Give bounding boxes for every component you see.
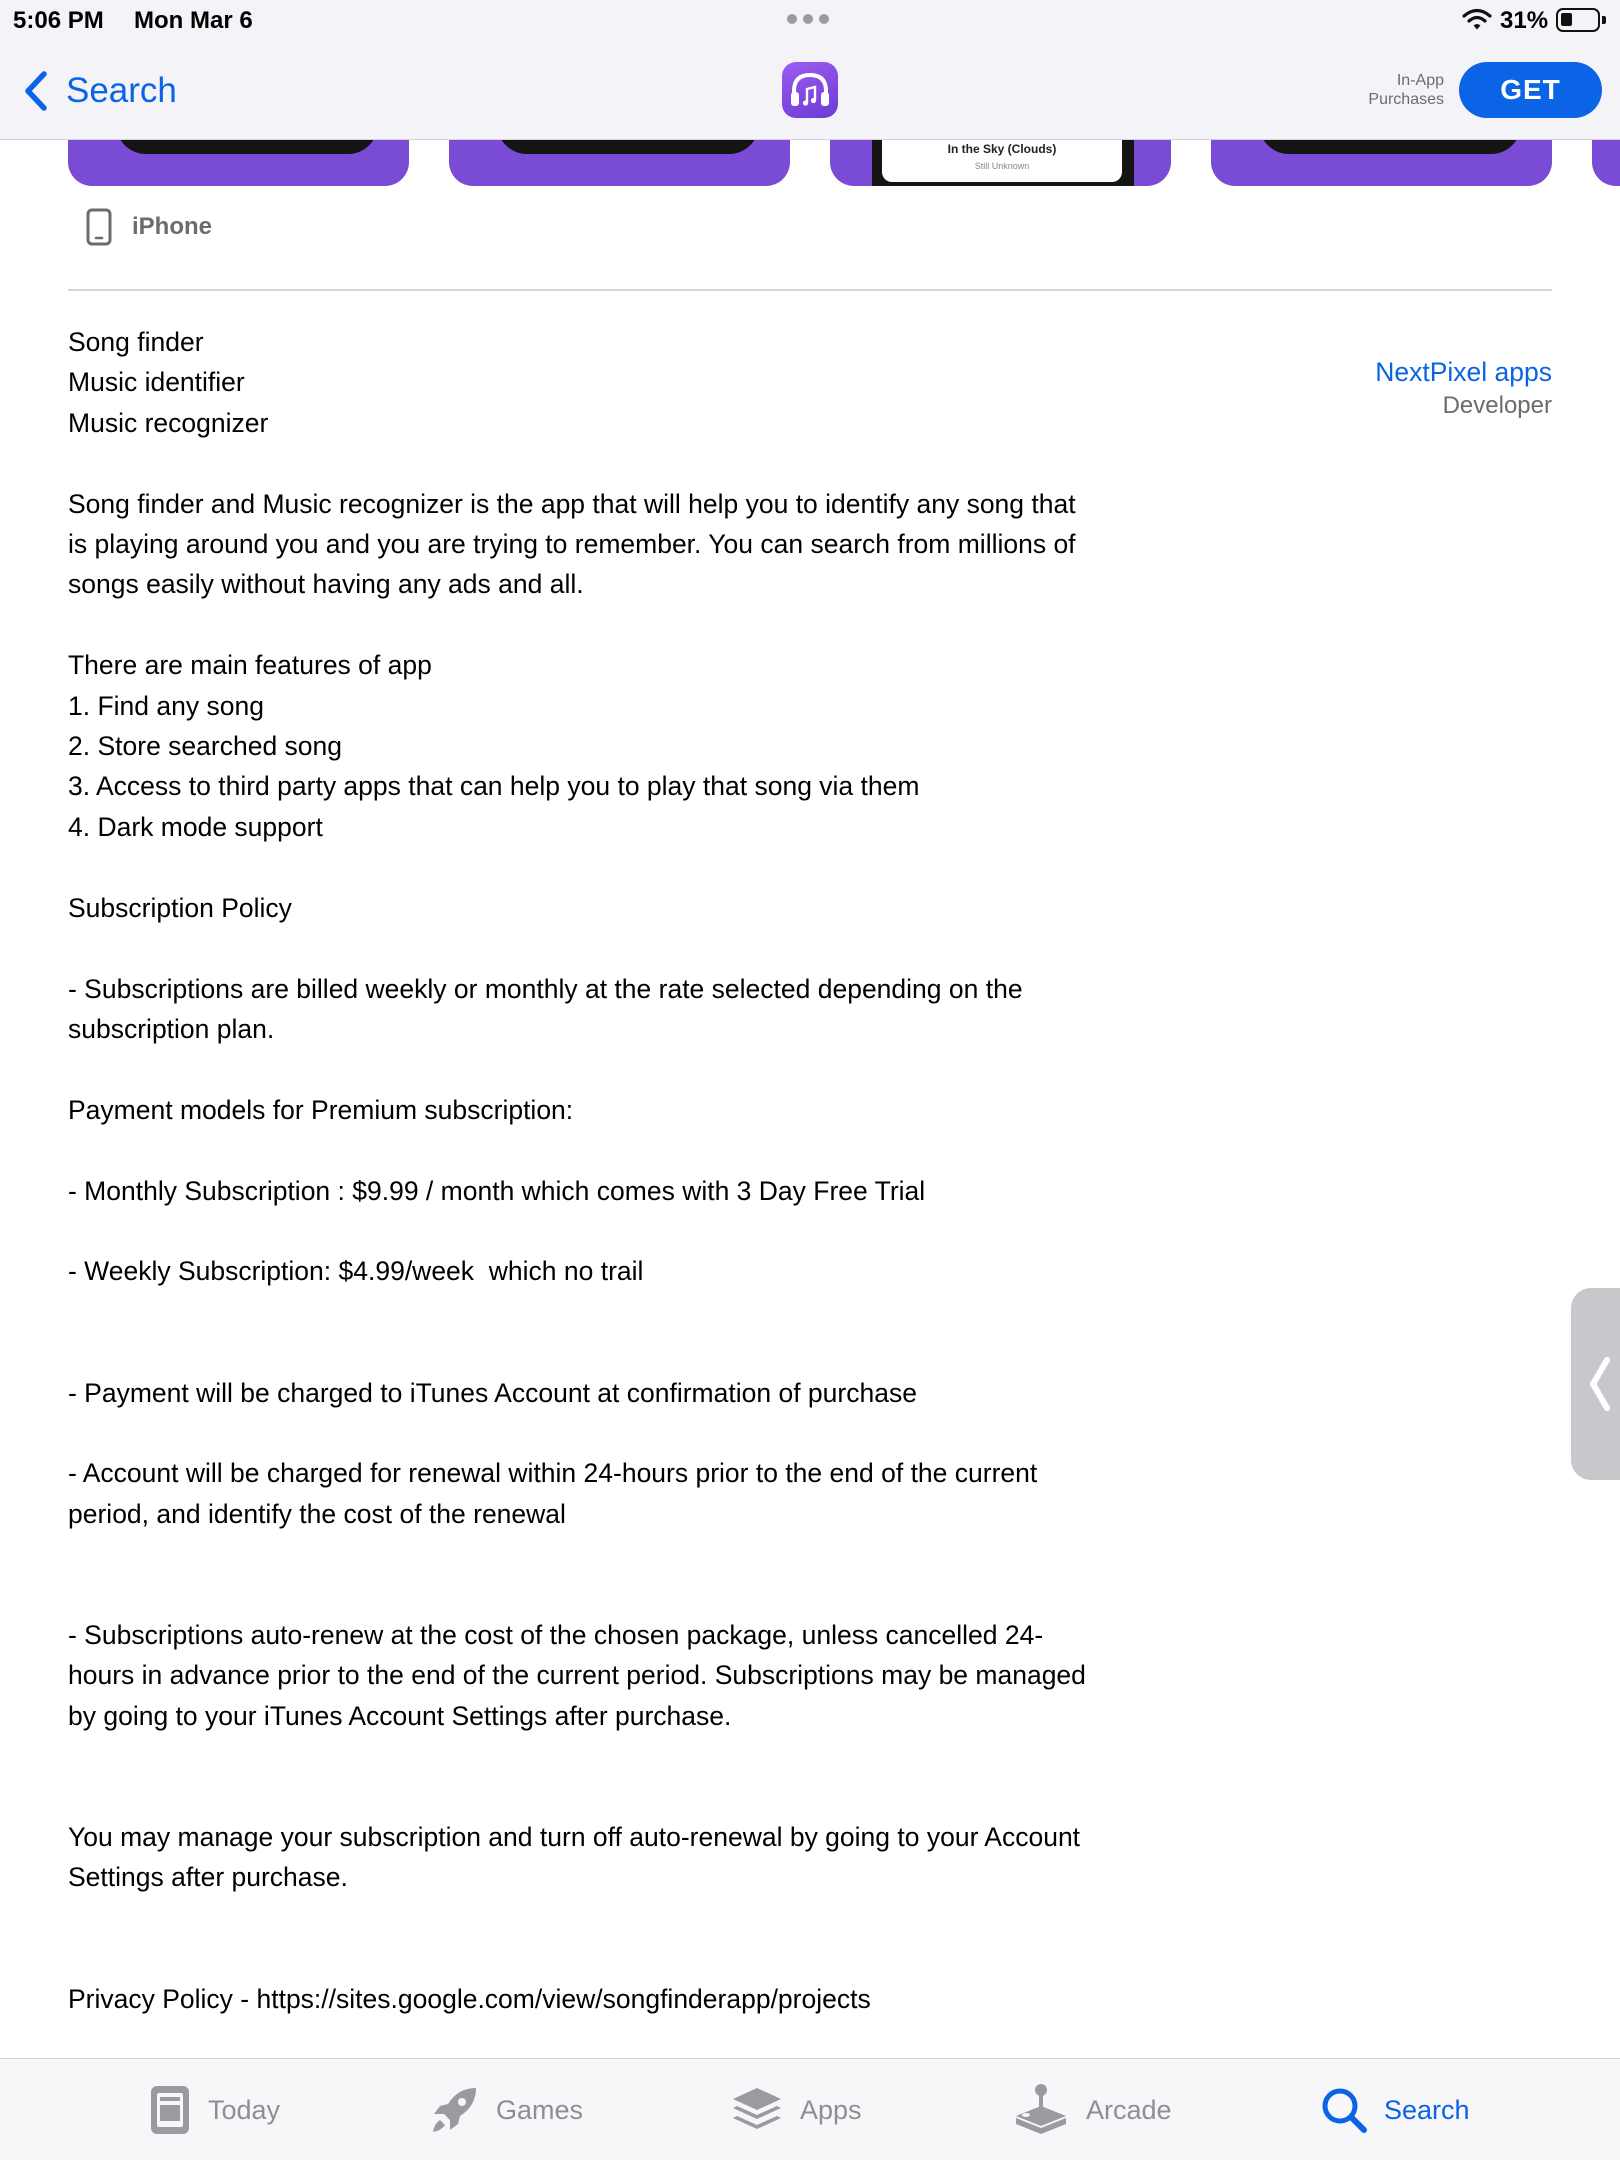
developer-info: NextPixel apps Developer (1200, 355, 1552, 423)
in-app-purchases-label: In-App Purchases (1368, 72, 1444, 108)
navigation-bar: Search In-App Purchases GET (0, 40, 1620, 140)
chevron-left-icon (25, 71, 47, 111)
slide-over-handle[interactable] (1571, 1288, 1620, 1480)
developer-link[interactable]: NextPixel apps (1200, 355, 1552, 389)
headphones-icon (791, 72, 829, 106)
status-bar: 5:06 PM Mon Mar 6 31% (0, 0, 1620, 40)
app-icon[interactable] (782, 62, 838, 118)
tab-search-label: Search (1384, 2094, 1470, 2125)
tab-search[interactable]: Search (1320, 2059, 1470, 2160)
status-date: Mon Mar 6 (134, 7, 253, 34)
desc-paragraph: Song finder Music identifier Music recog… (68, 327, 269, 438)
screenshot-song-title: In the Sky (Clouds) (947, 142, 1057, 156)
app-store-page: 5:06 PM Mon Mar 6 31% In the Sky (Clouds… (0, 0, 1620, 2160)
tab-today-label: Today (208, 2094, 281, 2125)
tab-arcade[interactable]: Arcade (1012, 2059, 1172, 2160)
tab-arcade-label: Arcade (1086, 2094, 1172, 2125)
device-compatibility: iPhone (86, 208, 212, 246)
battery-percent: 31% (1500, 7, 1549, 34)
desc-paragraph: Song finder and Music recognizer is the … (68, 488, 1076, 600)
search-icon (1320, 2086, 1368, 2134)
iphone-icon (86, 208, 112, 246)
desc-paragraph: - Subscriptions auto-renew at the cost o… (68, 1620, 1086, 1731)
battery-icon (1556, 8, 1606, 32)
desc-paragraph: - Payment will be charged to iTunes Acco… (68, 1377, 917, 1408)
tab-apps-label: Apps (800, 2094, 862, 2125)
desc-paragraph: - Subscriptions are billed weekly or mon… (68, 973, 1023, 1044)
desc-paragraph: You may manage your subscription and tur… (68, 1822, 1081, 1893)
desc-paragraph: - Weekly Subscription: $4.99/week which … (68, 1256, 644, 1287)
rocket-icon (428, 2084, 480, 2136)
tab-apps[interactable]: Apps (730, 2059, 862, 2160)
desc-paragraph: - Account will be charged for renewal wi… (68, 1458, 1038, 1529)
get-button[interactable]: GET (1459, 62, 1602, 118)
desc-paragraph: Subscription Policy (68, 892, 292, 923)
desc-paragraph: - Monthly Subscription : $9.99 / month w… (68, 1175, 926, 1206)
developer-role: Developer (1442, 392, 1552, 419)
wifi-icon (1462, 8, 1492, 30)
tab-games[interactable]: Games (428, 2059, 583, 2160)
app-description: Song finder Music identifier Music recog… (68, 322, 1188, 2019)
tab-bar: Today Games Apps Arcade Search (0, 2058, 1620, 2160)
desc-paragraph: Payment models for Premium subscription: (68, 1094, 574, 1125)
back-button[interactable]: Search (22, 70, 177, 112)
section-divider (68, 289, 1552, 291)
screenshot-song-artist: Still Unknown (974, 161, 1030, 171)
tab-today[interactable]: Today (148, 2059, 280, 2160)
tab-games-label: Games (496, 2094, 584, 2125)
back-label: Search (66, 71, 177, 110)
apps-stack-icon (730, 2084, 784, 2136)
joystick-icon (1012, 2082, 1070, 2138)
battery-fill (1561, 13, 1572, 26)
multitasking-dots-icon[interactable] (787, 14, 829, 24)
today-icon (148, 2084, 192, 2136)
device-label: iPhone (132, 213, 213, 240)
chevron-left-icon (1590, 1357, 1610, 1411)
status-time: 5:06 PM (13, 7, 104, 34)
desc-paragraph: There are main features of app 1. Find a… (68, 650, 920, 842)
desc-paragraph: Privacy Policy - https://sites.google.co… (68, 1983, 871, 2014)
